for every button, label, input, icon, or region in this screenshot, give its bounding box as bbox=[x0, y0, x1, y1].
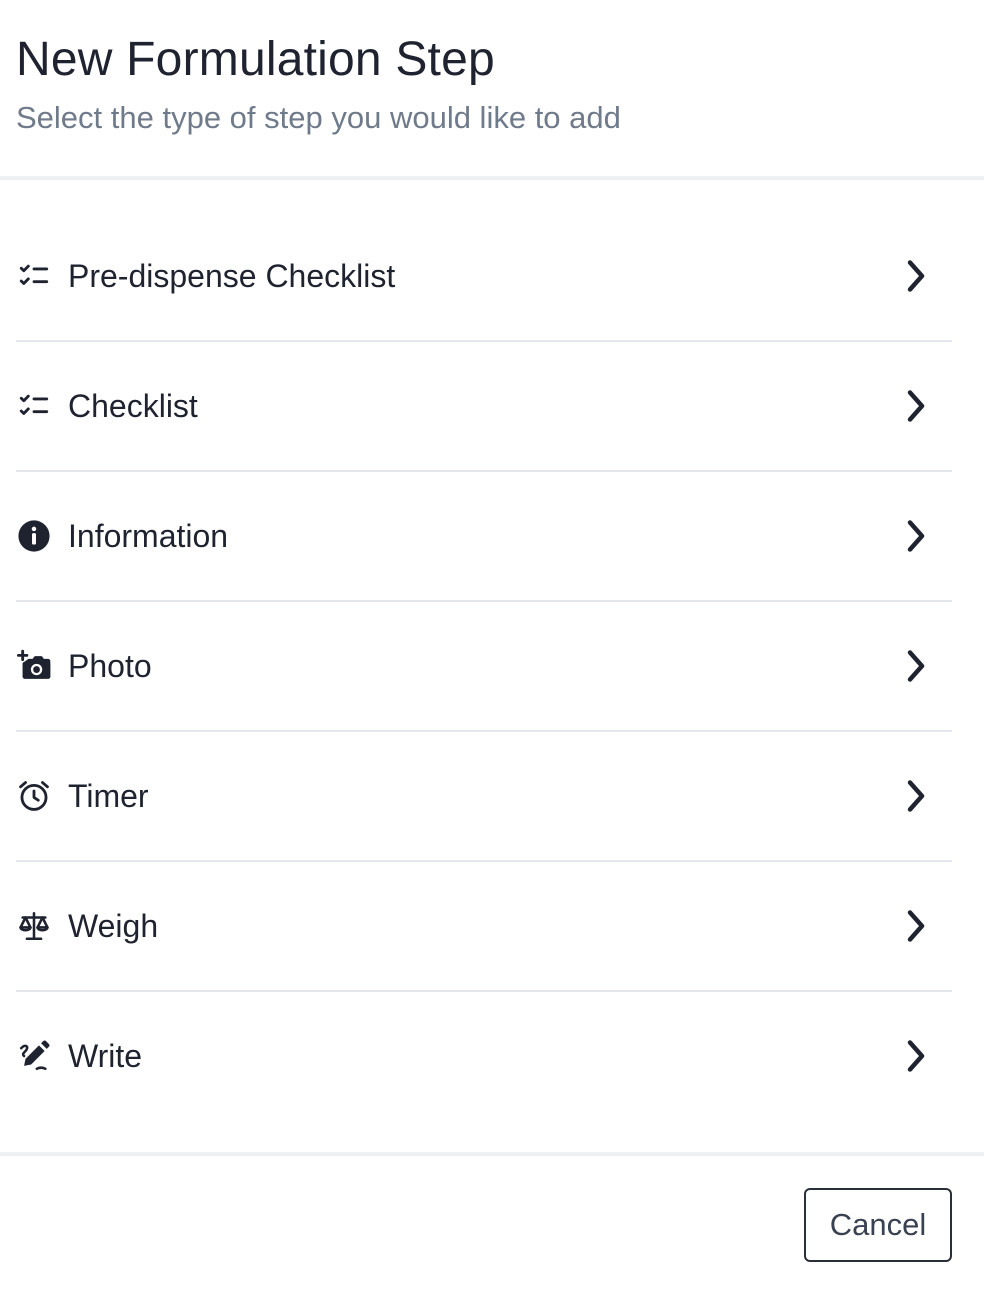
step-label: Information bbox=[68, 518, 229, 554]
step-option-weigh[interactable]: Weigh bbox=[16, 862, 952, 992]
step-option-write[interactable]: Write bbox=[16, 992, 952, 1120]
chevron-right-icon bbox=[896, 256, 936, 296]
step-label: Write bbox=[68, 1038, 143, 1074]
chevron-right-icon bbox=[896, 516, 936, 556]
checklist-icon bbox=[16, 388, 52, 424]
alarm-clock-icon bbox=[16, 778, 52, 814]
pen-icon bbox=[16, 1038, 52, 1074]
chevron-right-icon bbox=[896, 386, 936, 426]
step-option-information[interactable]: Information bbox=[16, 472, 952, 602]
chevron-right-icon bbox=[896, 646, 936, 686]
step-option-checklist[interactable]: Checklist bbox=[16, 342, 952, 472]
info-icon bbox=[16, 518, 52, 554]
cancel-button[interactable]: Cancel bbox=[804, 1188, 952, 1262]
new-formulation-step-dialog: New Formulation Step Select the type of … bbox=[0, 0, 984, 1296]
scale-icon bbox=[16, 908, 52, 944]
step-option-timer[interactable]: Timer bbox=[16, 732, 952, 862]
step-option-photo[interactable]: Photo bbox=[16, 602, 952, 732]
step-label: Weigh bbox=[68, 908, 159, 944]
step-type-list: Pre-dispense Checklist Checklist Informa… bbox=[16, 212, 952, 1120]
checklist-icon bbox=[16, 258, 52, 294]
chevron-right-icon bbox=[896, 1036, 936, 1076]
chevron-right-icon bbox=[896, 776, 936, 816]
step-label: Photo bbox=[68, 648, 152, 684]
dialog-title: New Formulation Step bbox=[16, 33, 495, 86]
chevron-right-icon bbox=[896, 906, 936, 946]
dialog-body: Pre-dispense Checklist Checklist Informa… bbox=[0, 180, 984, 1152]
step-label: Checklist bbox=[68, 388, 198, 424]
step-option-pre-dispense-checklist[interactable]: Pre-dispense Checklist bbox=[16, 212, 952, 342]
dialog-subtitle: Select the type of step you would like t… bbox=[16, 100, 621, 135]
step-label: Pre-dispense Checklist bbox=[68, 258, 396, 294]
dialog-header: New Formulation Step Select the type of … bbox=[0, 0, 984, 176]
step-label: Timer bbox=[68, 778, 149, 814]
dialog-footer: Cancel bbox=[0, 1152, 984, 1296]
camera-add-icon bbox=[16, 648, 52, 684]
